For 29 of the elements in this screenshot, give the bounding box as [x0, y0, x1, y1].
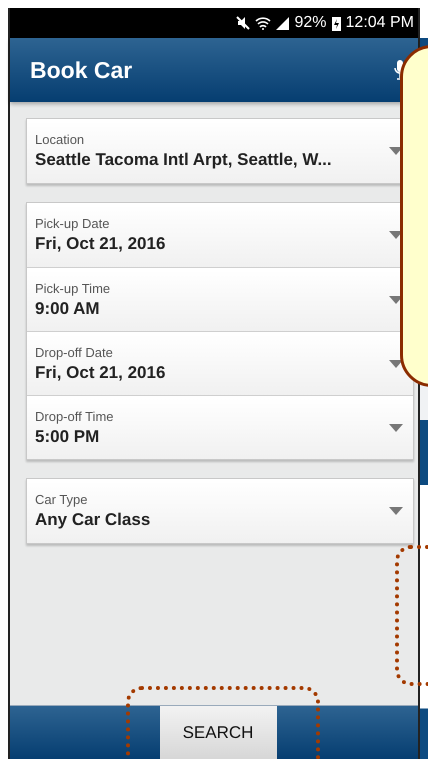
dropdown-field[interactable]: Car Type Any Car Class [27, 479, 413, 543]
dropdown-caret-icon [389, 231, 403, 239]
field-label: Drop-off Date [35, 344, 114, 360]
clock-time: 12:04 PM [346, 14, 414, 32]
dropdown-field[interactable]: Drop-off Date Fri, Oct 21, 2016 [27, 331, 413, 395]
dropdown-field[interactable]: Drop-off Time 5:00 PM [27, 395, 413, 459]
dropdown-caret-icon [389, 147, 403, 155]
dropdown-caret-icon [389, 507, 403, 515]
mute-icon [236, 16, 250, 30]
field-label: Location [35, 132, 86, 147]
wifi-icon [255, 16, 272, 30]
field-value: 9:00 AM [35, 298, 101, 318]
field-value: Fri, Oct 21, 2016 [35, 234, 166, 254]
field-value: 5:00 PM [35, 426, 100, 446]
battery-icon [332, 16, 341, 30]
dropdown-caret-icon [389, 360, 403, 368]
screen-title: Book Car [30, 56, 132, 84]
field-value: Seattle Tacoma Intl Arpt, Seattle, W... [35, 150, 333, 170]
search-button[interactable]: SEARCH [160, 706, 276, 759]
dropdown-caret-icon [389, 296, 403, 304]
battery-percent: 92% [294, 14, 327, 32]
field-label: Pick-up Date [35, 216, 110, 231]
field-label: Car Type [35, 492, 89, 507]
field-value: Any Car Class [35, 510, 152, 530]
field-label: Pick-up Time [35, 280, 112, 296]
dropdown-caret-icon [389, 424, 403, 432]
field-label: Drop-off Time [35, 408, 115, 424]
signal-icon [276, 16, 290, 30]
field-value: Fri, Oct 21, 2016 [35, 362, 166, 382]
